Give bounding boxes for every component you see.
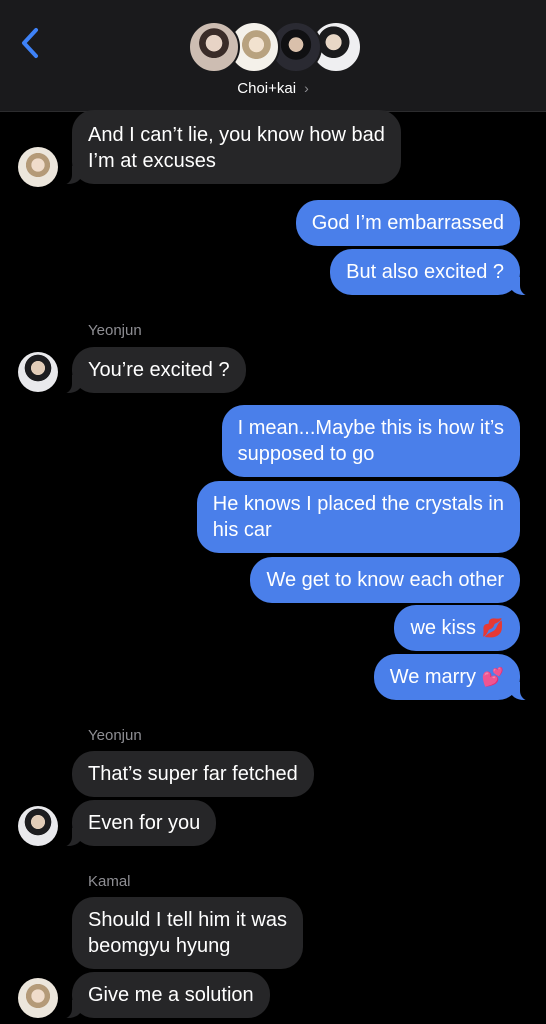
sender-name: Yeonjun xyxy=(88,727,142,744)
chevron-left-icon xyxy=(22,28,38,58)
message-bubble-outgoing[interactable]: He knows I placed the crystals in his ca… xyxy=(196,481,520,553)
message-bubble-incoming[interactable]: And I can’t lie, you know how bad I’m at… xyxy=(58,110,401,185)
message-text: That’s super far fetched xyxy=(88,763,298,785)
message-text: we kiss xyxy=(410,617,477,639)
avatar[interactable] xyxy=(18,806,58,846)
message-text: his car xyxy=(212,519,272,541)
sender-name: Kamal xyxy=(88,873,131,890)
message-text: supposed to go xyxy=(237,443,375,465)
message-bubble-outgoing[interactable]: We marry 💕 xyxy=(373,654,535,701)
avatar[interactable] xyxy=(18,978,58,1018)
message-bubble-incoming[interactable]: Give me a solution xyxy=(58,972,270,1019)
back-button[interactable] xyxy=(16,26,46,60)
message-bubble-outgoing[interactable]: But also excited ? xyxy=(330,249,534,296)
chevron-right-icon: › xyxy=(304,80,309,96)
two-hearts-emoji: 💕 xyxy=(481,667,504,687)
message-bubble-incoming[interactable]: Should I tell him it was beomgyu hyung xyxy=(72,897,303,969)
sender-name: Yeonjun xyxy=(88,322,142,339)
message-text: You’re excited ? xyxy=(88,359,230,381)
message-bubble-incoming[interactable]: Even for you xyxy=(57,800,217,847)
kiss-mark-emoji: 💋 xyxy=(481,618,504,638)
message-bubble-outgoing[interactable]: we kiss 💋 xyxy=(394,605,520,651)
message-text: Give me a solution xyxy=(88,984,254,1006)
message-text: He knows I placed the crystals in xyxy=(212,493,504,515)
message-bubble-outgoing[interactable]: I mean...Maybe this is how it’s supposed… xyxy=(221,405,520,477)
message-text: We get to know each other xyxy=(266,569,504,591)
message-text: I mean...Maybe this is how it’s xyxy=(237,417,504,439)
message-text: Should I tell him it was xyxy=(88,909,287,931)
message-text: beomgyu hyung xyxy=(88,935,231,957)
message-bubble-incoming[interactable]: That’s super far fetched xyxy=(72,751,314,797)
chat-header: Choi+kai › xyxy=(0,0,546,112)
avatar[interactable] xyxy=(18,147,58,187)
message-text: And I can’t lie, you know how bad xyxy=(88,124,385,146)
group-name-button[interactable]: Choi+kai › xyxy=(0,80,546,97)
message-bubble-outgoing[interactable]: We get to know each other xyxy=(250,557,520,603)
message-text: God I’m embarrassed xyxy=(311,212,504,234)
message-bubble-outgoing[interactable]: God I’m embarrassed xyxy=(295,200,520,246)
message-text: But also excited ? xyxy=(346,261,504,283)
avatar xyxy=(188,21,240,73)
message-bubble-incoming[interactable]: You’re excited ? xyxy=(58,347,246,394)
group-name: Choi+kai xyxy=(237,80,297,97)
message-text: We marry xyxy=(389,666,477,688)
avatar[interactable] xyxy=(18,352,58,392)
message-text: I’m at excuses xyxy=(88,150,216,172)
message-text: Even for you xyxy=(88,812,201,834)
group-avatars[interactable] xyxy=(188,21,363,75)
